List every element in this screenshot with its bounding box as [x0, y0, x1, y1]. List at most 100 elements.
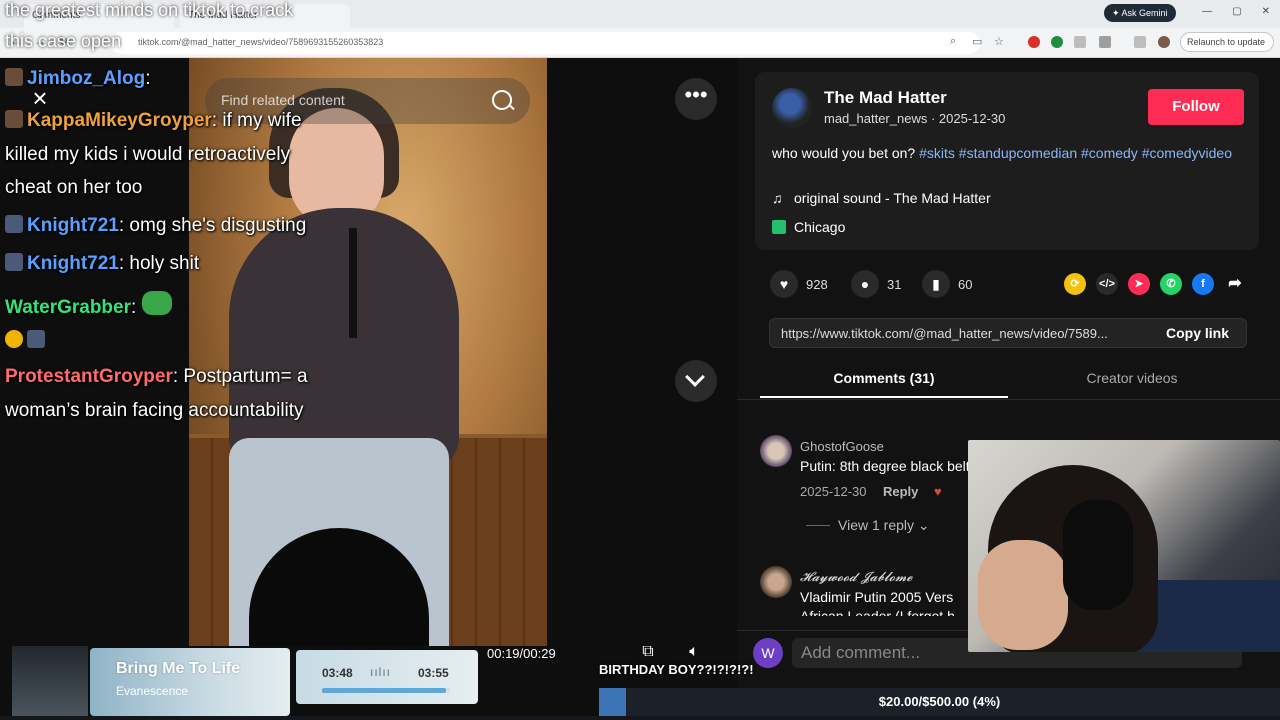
more-options-button[interactable]: ••• — [675, 78, 717, 120]
relaunch-label: Relaunch to update — [1187, 37, 1266, 47]
pepe-emote-icon — [141, 291, 172, 315]
comment-user[interactable]: 𝓗𝓪𝔂𝔀𝓸𝓸𝓭 𝓙𝓪𝓫𝓵𝓸𝓶𝓮 — [800, 570, 912, 585]
chat-badge-icon — [5, 215, 23, 233]
reply-button[interactable]: Reply — [883, 484, 918, 499]
url-text: tiktok.com/@mad_hatter_news/video/758969… — [138, 37, 384, 47]
mini-player-icon[interactable]: ⧉ — [638, 643, 658, 663]
avatar[interactable] — [760, 435, 792, 467]
reading-list-icon[interactable] — [1134, 36, 1146, 48]
chat-user: ProtestantGroyper — [5, 366, 173, 387]
bookmark-icon[interactable]: ▮ — [922, 270, 950, 298]
tab-comments-panel[interactable]: Comments (31) — [760, 370, 1008, 386]
avatar[interactable] — [772, 88, 812, 128]
likes-count: 928 — [806, 277, 828, 292]
chat-user: KappaMikeyGroyper — [27, 110, 212, 131]
ask-gemini-label: Ask Gemini — [1121, 8, 1168, 18]
chat-message: woman’s brain facing accountability — [5, 400, 304, 421]
copy-link-button[interactable]: Copy link — [1166, 325, 1229, 341]
post-caption: who would you bet on? #skits #standupcom… — [772, 144, 1242, 162]
album-art — [12, 646, 88, 716]
minimize-icon[interactable]: — — [1202, 6, 1212, 17]
location-link[interactable]: Chicago — [772, 219, 845, 235]
chat-badge-icon — [27, 330, 45, 348]
avatar[interactable] — [760, 566, 792, 598]
hashtag-link[interactable]: #skits — [919, 145, 955, 161]
address-bar[interactable]: tiktok.com/@mad_hatter_news/video/758969… — [110, 32, 980, 54]
performer-body — [229, 208, 459, 468]
comment-text: Vladimir Putin 2005 Vers — [800, 589, 954, 605]
hashtag-link[interactable]: #comedyvideo — [1142, 145, 1232, 161]
chat-line: killed my kids i would retroactively — [5, 144, 290, 166]
chat-line — [5, 330, 49, 352]
song-elapsed: 03:48 — [322, 666, 353, 680]
chat-message: killed my kids i would retroactively — [5, 144, 291, 165]
hashtag-link[interactable]: #comedy — [1081, 145, 1138, 161]
avatar-letter: W — [761, 645, 775, 661]
comment-placeholder[interactable]: Add comment... — [801, 643, 920, 663]
chat-badge-icon — [5, 68, 23, 86]
heart-icon[interactable]: ♥ — [770, 270, 798, 298]
chat-badge-icon — [5, 110, 23, 128]
avatar[interactable]: W — [753, 638, 783, 668]
song-progress — [322, 688, 450, 693]
window-controls: — ▢ ✕ — [1202, 6, 1270, 17]
cast-icon[interactable]: ▭ — [972, 35, 982, 48]
chat-line: Jimboz_Alog: — [5, 68, 151, 90]
chat-message: if my wife — [217, 110, 302, 131]
sound-link[interactable]: ♫ original sound - The Mad Hatter — [772, 190, 991, 206]
now-playing-card — [90, 648, 290, 716]
chat-user: WaterGrabber — [5, 297, 131, 318]
facebook-icon[interactable]: f — [1192, 273, 1214, 295]
repost-icon[interactable]: ⟳ — [1064, 273, 1086, 295]
tab-divider — [737, 399, 1280, 400]
video-time: 00:19/00:29 — [487, 646, 556, 661]
related-search-placeholder[interactable]: Find related content — [221, 92, 345, 108]
search-icon[interactable] — [492, 90, 512, 110]
close-window-icon[interactable]: ✕ — [1262, 6, 1270, 17]
song-title: Bring Me To Life — [116, 660, 241, 677]
chat-message: omg she's disgusting — [124, 215, 307, 236]
whatsapp-icon[interactable]: ✆ — [1160, 273, 1182, 295]
microphone — [349, 228, 357, 338]
follow-button[interactable]: Follow — [1148, 89, 1244, 125]
headphones-icon — [1063, 500, 1133, 610]
rank-badge-icon — [5, 330, 23, 348]
tab-creator-videos[interactable]: Creator videos — [1008, 370, 1256, 386]
zoom-icon[interactable]: ⌕ — [950, 35, 956, 48]
song-total: 03:55 — [418, 666, 449, 680]
comments-count: 31 — [887, 277, 902, 292]
profile-icon[interactable] — [1158, 36, 1170, 48]
chat-line: KappaMikeyGroyper: if my wife — [5, 110, 302, 132]
creator-handle-date: mad_hatter_news · 2025-12-30 — [824, 111, 1006, 126]
chat-line: cheat on her too — [5, 177, 142, 199]
volume-icon[interactable]: 🔈︎ — [684, 643, 704, 663]
creator-liked-icon: ♥ — [934, 484, 942, 499]
chat-sep: : — [131, 297, 137, 318]
view-replies-label: View 1 reply — [838, 517, 915, 533]
video-link[interactable]: https://www.tiktok.com/@mad_hatter_news/… — [781, 326, 1151, 341]
star-icon[interactable]: ☆ — [994, 35, 1004, 48]
ask-gemini-button[interactable]: ✦ Ask Gemini — [1104, 4, 1176, 22]
chat-line: ProtestantGroyper: Postpartum= a — [5, 366, 308, 388]
share-arrow-icon[interactable]: ➦ — [1224, 273, 1246, 295]
send-icon[interactable]: ➤ — [1128, 273, 1150, 295]
caption-text: this case open — [5, 31, 122, 51]
embed-icon[interactable]: </> — [1096, 273, 1118, 295]
follow-label: Follow — [1172, 98, 1220, 115]
maximize-icon[interactable]: ▢ — [1232, 6, 1241, 17]
chat-line: Knight721: holy shit — [5, 253, 199, 275]
comment-icon[interactable]: ● — [851, 270, 879, 298]
grammarly-icon[interactable] — [1051, 36, 1063, 48]
extension-icon[interactable] — [1074, 36, 1086, 48]
extensions-icon[interactable] — [1099, 36, 1111, 48]
hashtag-link[interactable]: #standupcomedian — [959, 145, 1077, 161]
adblock-icon[interactable] — [1028, 36, 1040, 48]
creator-name[interactable]: The Mad Hatter — [824, 88, 947, 108]
comment-user[interactable]: GhostofGoose — [800, 439, 884, 454]
song-progress-fill — [322, 688, 447, 693]
active-tab-indicator — [760, 396, 1008, 398]
chat-sep: : — [145, 68, 151, 89]
view-replies-button[interactable]: View 1 reply ⌄ — [806, 517, 930, 534]
stream-caption-2: this case open — [5, 31, 121, 52]
relaunch-button[interactable]: Relaunch to update — [1180, 32, 1274, 52]
